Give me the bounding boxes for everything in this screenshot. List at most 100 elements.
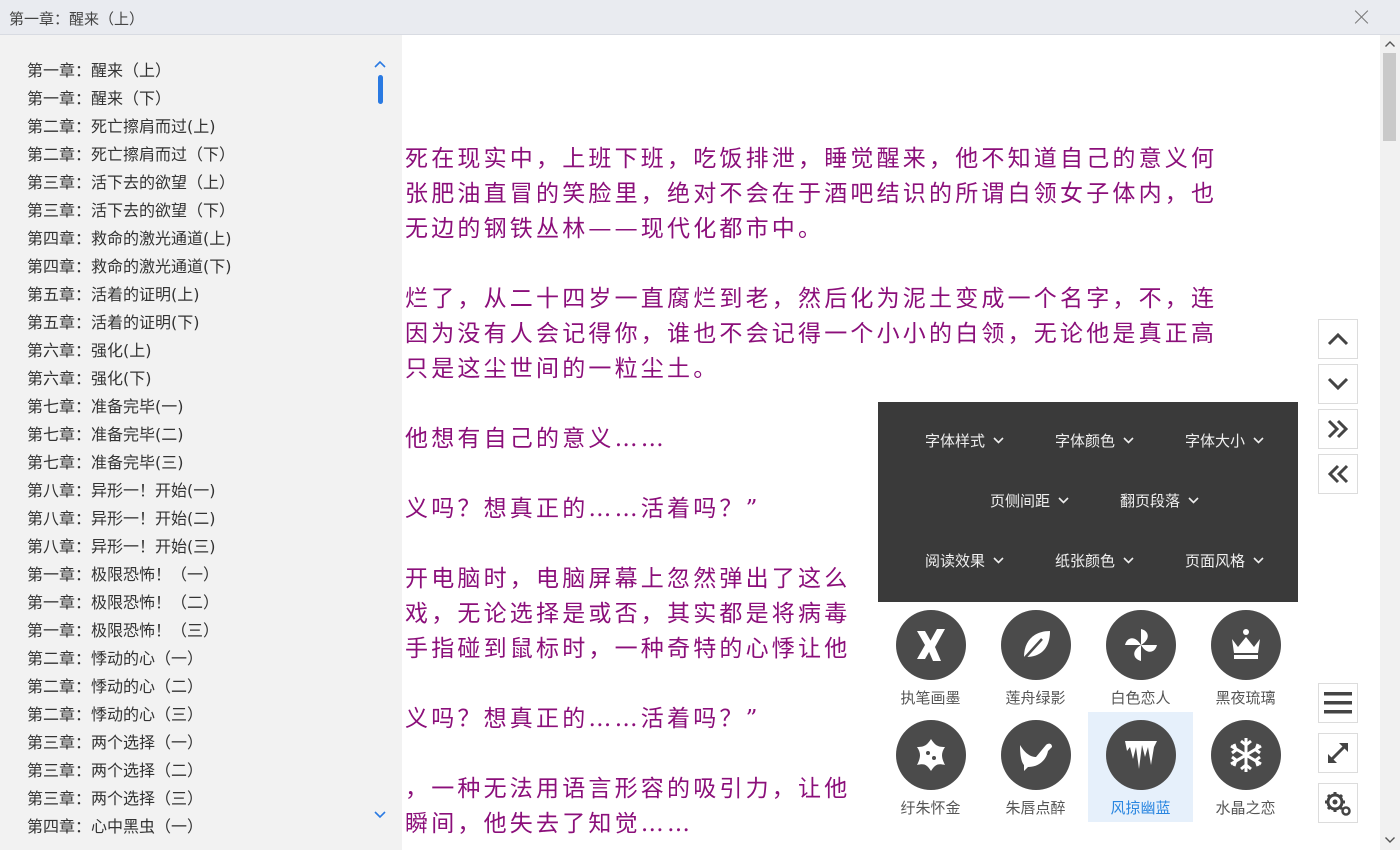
page-turn-label: 翻页段落	[1120, 492, 1181, 510]
theme-option[interactable]: 白色恋人	[1088, 602, 1193, 712]
theme-label: 纡朱怀金	[900, 799, 961, 817]
toc-scroll-down-icon[interactable]	[373, 810, 387, 820]
chevron-down-icon	[1253, 557, 1264, 564]
chevron-down-icon	[1327, 377, 1349, 391]
scroll-down-arrow-icon[interactable]	[1385, 837, 1395, 843]
close-icon[interactable]	[1353, 8, 1371, 26]
toc-item[interactable]: 第七章：准备完毕(一)	[27, 393, 235, 421]
toc-item[interactable]: 第三章：两个选择（一）	[27, 729, 235, 757]
page-style-dropdown[interactable]: 页面风格	[1185, 550, 1264, 571]
menu-button[interactable]	[1318, 683, 1358, 723]
prev-chapter-button[interactable]	[1318, 454, 1358, 494]
scroll-up-button[interactable]	[1318, 319, 1358, 359]
double-chevron-left-icon	[1327, 464, 1349, 484]
text-line: 义吗？想真正的……活着吗？”	[405, 496, 761, 522]
crown-icon	[1211, 610, 1281, 680]
fullscreen-button[interactable]	[1318, 733, 1358, 773]
theme-label: 风掠幽蓝	[1110, 799, 1171, 817]
xing-icon	[896, 610, 966, 680]
double-chevron-right-icon	[1327, 419, 1349, 439]
toc-item[interactable]: 第四章：救命的激光通道(上)	[27, 225, 235, 253]
toc-item[interactable]: 第三章：两个选择（二）	[27, 757, 235, 785]
chevron-down-icon	[1188, 497, 1199, 504]
theme-option-selected[interactable]: 风掠幽蓝	[1088, 712, 1193, 822]
toc-item[interactable]: 第二章：悸动的心（二）	[27, 673, 235, 701]
text-line: 义吗？想真正的……活着吗？”	[405, 706, 761, 732]
reading-settings-panel: 字体样式 字体颜色 字体大小 页侧间距 翻页段落 阅读效果 纸张颜色 页面风格	[878, 402, 1298, 602]
toc-item[interactable]: 第八章：异形一！开始(二)	[27, 505, 235, 533]
font-style-dropdown[interactable]: 字体样式	[925, 430, 1004, 451]
scroll-up-arrow-icon[interactable]	[1385, 41, 1395, 47]
toc-item[interactable]: 第七章：准备完毕(二)	[27, 421, 235, 449]
reading-effect-dropdown[interactable]: 阅读效果	[925, 550, 1004, 571]
star-blob-icon	[896, 720, 966, 790]
reading-effect-label: 阅读效果	[925, 552, 986, 570]
chevron-down-icon	[993, 437, 1004, 444]
toc-item[interactable]: 第八章：异形一！开始(三)	[27, 533, 235, 561]
next-chapter-button[interactable]	[1318, 409, 1358, 449]
theme-option[interactable]: 黑夜琉璃	[1193, 602, 1298, 712]
theme-label: 水晶之恋	[1215, 799, 1276, 817]
toc-item[interactable]: 第五章：活着的证明(下)	[27, 309, 235, 337]
toc-item[interactable]: 第五章：活着的证明(上)	[27, 281, 235, 309]
chevron-down-icon	[993, 557, 1004, 564]
toc-item[interactable]: 第一章：极限恐怖！（三）	[27, 617, 235, 645]
theme-option[interactable]: 朱唇点醉	[983, 712, 1088, 822]
chevron-up-icon	[1327, 332, 1349, 346]
toc-item[interactable]: 第一章：醒来（上）	[27, 57, 235, 85]
snowflake-icon	[1211, 720, 1281, 790]
toc-item[interactable]: 第二章：死亡擦肩而过(上)	[27, 113, 235, 141]
scrollbar-thumb[interactable]	[1383, 53, 1396, 141]
title-bar: 第一章：醒来（上）	[0, 0, 1400, 35]
page-margin-dropdown[interactable]: 页侧间距	[990, 490, 1069, 511]
page-style-label: 页面风格	[1185, 552, 1246, 570]
toc-item[interactable]: 第四章：心中黑虫（一）	[27, 813, 235, 841]
toc-item[interactable]: 第六章：强化(下)	[27, 365, 235, 393]
toc-item[interactable]: 第三章：两个选择（三）	[27, 785, 235, 813]
chevron-down-icon	[1123, 437, 1134, 444]
toc-item[interactable]: 第一章：极限恐怖！（一）	[27, 561, 235, 589]
toc-item[interactable]: 第二章：悸动的心（一）	[27, 645, 235, 673]
chevron-down-icon	[1253, 437, 1264, 444]
text-line: 只是这尘世间的一粒尘土。	[405, 356, 720, 382]
page-margin-label: 页侧间距	[990, 492, 1051, 510]
theme-grid: 执笔画墨 莲舟绿影 白色恋人 黑夜琉璃 纡朱怀金 朱唇点醉 风掠幽蓝 水晶之恋	[878, 602, 1298, 822]
toc-item[interactable]: 第三章：活下去的欲望（上）	[27, 169, 235, 197]
paper-color-dropdown[interactable]: 纸张颜色	[1055, 550, 1134, 571]
scroll-down-button[interactable]	[1318, 364, 1358, 404]
theme-option[interactable]: 莲舟绿影	[983, 602, 1088, 712]
page-scrollbar[interactable]	[1380, 35, 1400, 850]
menu-icon	[1324, 692, 1352, 714]
theme-option[interactable]: 水晶之恋	[1193, 712, 1298, 822]
toc-item[interactable]: 第一章：醒来（下）	[27, 85, 235, 113]
toc-item[interactable]: 第六章：强化(上)	[27, 337, 235, 365]
text-line: 手指碰到鼠标时，一种奇特的心悸让他	[405, 636, 851, 662]
text-line: 开电脑时，电脑屏幕上忽然弹出了这么	[405, 566, 851, 592]
theme-option[interactable]: 纡朱怀金	[878, 712, 983, 822]
font-size-label: 字体大小	[1185, 432, 1246, 450]
font-style-label: 字体样式	[925, 432, 986, 450]
pinwheel-icon	[1106, 610, 1176, 680]
toc-item[interactable]: 第八章：异形一！开始(一)	[27, 477, 235, 505]
page-turn-dropdown[interactable]: 翻页段落	[1120, 490, 1199, 511]
icicle-icon	[1106, 720, 1176, 790]
toc-item[interactable]: 第一章：极限恐怖！（二）	[27, 589, 235, 617]
settings-button[interactable]	[1318, 783, 1358, 823]
toc-item[interactable]: 第三章：活下去的欲望（下）	[27, 197, 235, 225]
text-line: 戏，无论选择是或否，其实都是将病毒	[405, 601, 851, 627]
text-line: 因为没有人会记得你，谁也不会记得一个小小的白领，无论他是真正高	[405, 321, 1218, 347]
font-size-dropdown[interactable]: 字体大小	[1185, 430, 1264, 451]
toc-scrollbar-thumb[interactable]	[378, 75, 383, 104]
toc-item[interactable]: 第二章：死亡擦肩而过（下）	[27, 141, 235, 169]
toc-item[interactable]: 第四章：救命的激光通道(下)	[27, 253, 235, 281]
toc-item[interactable]: 第二章：悸动的心（三）	[27, 701, 235, 729]
settings-icon	[1325, 792, 1351, 816]
table-of-contents: 第一章：醒来（上） 第一章：醒来（下） 第二章：死亡擦肩而过(上) 第二章：死亡擦肩而…	[0, 35, 402, 850]
theme-option[interactable]: 执笔画墨	[878, 602, 983, 712]
toc-item[interactable]: 第七章：准备完毕(三)	[27, 449, 235, 477]
toc-scroll-up-icon[interactable]	[373, 59, 387, 69]
theme-label: 执笔画墨	[900, 689, 961, 707]
font-color-dropdown[interactable]: 字体颜色	[1055, 430, 1134, 451]
chapter-list: 第一章：醒来（上） 第一章：醒来（下） 第二章：死亡擦肩而过(上) 第二章：死亡擦肩而…	[27, 57, 235, 841]
text-line: 张肥油直冒的笑脸里，绝对不会在于酒吧结识的所谓白领女子体内，也	[405, 181, 1218, 207]
